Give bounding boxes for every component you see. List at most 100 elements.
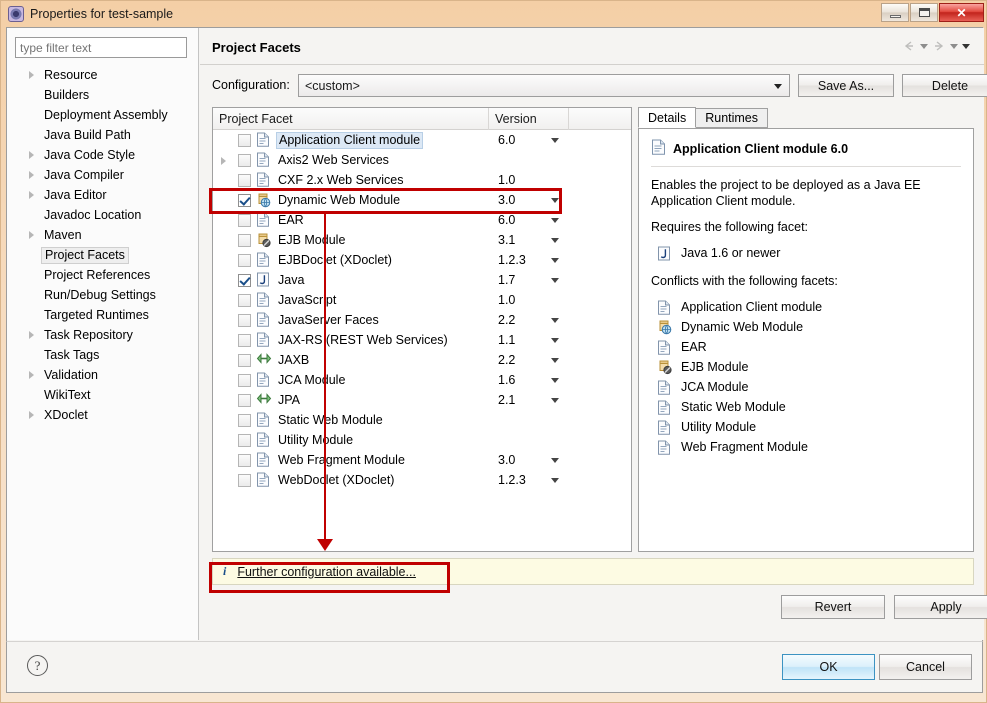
version-chevron-down-icon[interactable] xyxy=(551,378,559,383)
configuration-combo[interactable]: <custom> xyxy=(298,74,790,97)
facet-checkbox[interactable] xyxy=(238,473,251,487)
maximize-button[interactable] xyxy=(910,3,938,22)
table-row[interactable]: Utility Module xyxy=(213,430,631,450)
chevron-right-icon[interactable] xyxy=(29,151,34,159)
sidebar-item-task-tags[interactable]: Task Tags xyxy=(7,345,199,365)
sidebar-item-java-editor[interactable]: Java Editor xyxy=(7,185,199,205)
facet-checkbox[interactable] xyxy=(238,173,251,187)
forward-arrow-icon[interactable] xyxy=(932,39,946,53)
sidebar-item-resource[interactable]: Resource xyxy=(7,65,199,85)
table-row[interactable]: WebDoclet (XDoclet) 1.2.3 xyxy=(213,470,631,490)
column-header-version[interactable]: Version xyxy=(489,108,569,130)
version-chevron-down-icon[interactable] xyxy=(551,358,559,363)
apply-button[interactable]: Apply xyxy=(894,595,987,619)
sidebar-item-run-debug-settings[interactable]: Run/Debug Settings xyxy=(7,285,199,305)
tab-details[interactable]: Details xyxy=(638,107,697,128)
sidebar-item-wikitext[interactable]: WikiText xyxy=(7,385,199,405)
table-row[interactable]: JavaScript 1.0 xyxy=(213,290,631,310)
column-header-project-facet[interactable]: Project Facet xyxy=(213,108,489,130)
sidebar-item-javadoc-location[interactable]: Javadoc Location xyxy=(7,205,199,225)
facet-checkbox[interactable] xyxy=(238,313,251,327)
table-row[interactable]: JAX-RS (REST Web Services) 1.1 xyxy=(213,330,631,350)
facet-checkbox[interactable] xyxy=(238,333,251,347)
facet-checkbox[interactable] xyxy=(238,433,251,447)
table-row[interactable]: Java 1.7 xyxy=(213,270,631,290)
cancel-button[interactable]: Cancel xyxy=(879,654,972,680)
facet-checkbox[interactable] xyxy=(238,193,251,207)
version-chevron-down-icon[interactable] xyxy=(551,458,559,463)
table-row[interactable]: JAXB 2.2 xyxy=(213,350,631,370)
version-chevron-down-icon[interactable] xyxy=(551,278,559,283)
help-icon[interactable]: ? xyxy=(27,655,48,676)
sidebar-item-project-references[interactable]: Project References xyxy=(7,265,199,285)
minimize-button[interactable] xyxy=(881,3,909,22)
close-button[interactable]: ✕ xyxy=(939,3,984,22)
chevron-right-icon[interactable] xyxy=(221,157,226,165)
back-arrow-icon[interactable] xyxy=(902,39,916,53)
chevron-right-icon[interactable] xyxy=(29,71,34,79)
version-chevron-down-icon[interactable] xyxy=(551,138,559,143)
version-chevron-down-icon[interactable] xyxy=(551,338,559,343)
table-row[interactable]: EAR 6.0 xyxy=(213,210,631,230)
version-chevron-down-icon[interactable] xyxy=(551,318,559,323)
facet-checkbox[interactable] xyxy=(238,133,251,147)
table-row[interactable]: Dynamic Web Module 3.0 xyxy=(213,190,631,210)
table-row[interactable]: Static Web Module xyxy=(213,410,631,430)
chevron-right-icon[interactable] xyxy=(29,171,34,179)
chevron-right-icon[interactable] xyxy=(29,331,34,339)
back-menu-chevron-down-icon[interactable] xyxy=(920,43,928,49)
table-row[interactable]: CXF 2.x Web Services 1.0 xyxy=(213,170,631,190)
sidebar-item-deployment-assembly[interactable]: Deployment Assembly xyxy=(7,105,199,125)
version-chevron-down-icon[interactable] xyxy=(551,218,559,223)
delete-button[interactable]: Delete xyxy=(902,74,987,97)
facet-checkbox[interactable] xyxy=(238,413,251,427)
sidebar-item-java-code-style[interactable]: Java Code Style xyxy=(7,145,199,165)
version-chevron-down-icon[interactable] xyxy=(551,398,559,403)
chevron-right-icon[interactable] xyxy=(29,371,34,379)
sidebar-item-maven[interactable]: Maven xyxy=(7,225,199,245)
facet-checkbox[interactable] xyxy=(238,453,251,467)
table-row[interactable]: Application Client module 6.0 xyxy=(213,130,631,150)
tab-runtimes[interactable]: Runtimes xyxy=(695,108,769,128)
ok-button[interactable]: OK xyxy=(782,654,875,680)
table-row[interactable]: EJB Module 3.1 xyxy=(213,230,631,250)
facet-checkbox[interactable] xyxy=(238,353,251,367)
filter-input[interactable] xyxy=(15,37,187,58)
version-chevron-down-icon[interactable] xyxy=(551,198,559,203)
chevron-right-icon[interactable] xyxy=(29,231,34,239)
facet-checkbox[interactable] xyxy=(238,213,251,227)
facet-checkbox[interactable] xyxy=(238,393,251,407)
table-row[interactable]: JCA Module 1.6 xyxy=(213,370,631,390)
version-chevron-down-icon[interactable] xyxy=(551,478,559,483)
sidebar-item-validation[interactable]: Validation xyxy=(7,365,199,385)
table-row[interactable]: JavaServer Faces 2.2 xyxy=(213,310,631,330)
sidebar-item-task-repository[interactable]: Task Repository xyxy=(7,325,199,345)
version-chevron-down-icon[interactable] xyxy=(551,258,559,263)
sidebar-item-builders[interactable]: Builders xyxy=(7,85,199,105)
facet-checkbox[interactable] xyxy=(238,273,251,287)
column-header-extra[interactable] xyxy=(569,108,631,130)
facet-checkbox[interactable] xyxy=(238,293,251,307)
further-configuration-link[interactable]: Further configuration available... xyxy=(237,565,416,579)
forward-menu-chevron-down-icon[interactable] xyxy=(950,43,958,49)
facet-checkbox[interactable] xyxy=(238,373,251,387)
sidebar-item-java-build-path[interactable]: Java Build Path xyxy=(7,125,199,145)
facet-checkbox[interactable] xyxy=(238,233,251,247)
facet-checkbox[interactable] xyxy=(238,253,251,267)
table-row[interactable]: Web Fragment Module 3.0 xyxy=(213,450,631,470)
facet-version: 1.1 xyxy=(498,333,516,347)
sidebar-item-project-facets[interactable]: Project Facets xyxy=(7,245,199,265)
view-menu-chevron-down-icon[interactable] xyxy=(962,43,970,49)
table-row[interactable]: Axis2 Web Services xyxy=(213,150,631,170)
sidebar-item-xdoclet[interactable]: XDoclet xyxy=(7,405,199,425)
facet-checkbox[interactable] xyxy=(238,153,251,167)
chevron-right-icon[interactable] xyxy=(29,411,34,419)
revert-button[interactable]: Revert xyxy=(781,595,885,619)
sidebar-item-java-compiler[interactable]: Java Compiler xyxy=(7,165,199,185)
version-chevron-down-icon[interactable] xyxy=(551,238,559,243)
sidebar-item-targeted-runtimes[interactable]: Targeted Runtimes xyxy=(7,305,199,325)
table-row[interactable]: EJBDoclet (XDoclet) 1.2.3 xyxy=(213,250,631,270)
table-row[interactable]: JPA 2.1 xyxy=(213,390,631,410)
save-as-button[interactable]: Save As... xyxy=(798,74,894,97)
chevron-right-icon[interactable] xyxy=(29,191,34,199)
